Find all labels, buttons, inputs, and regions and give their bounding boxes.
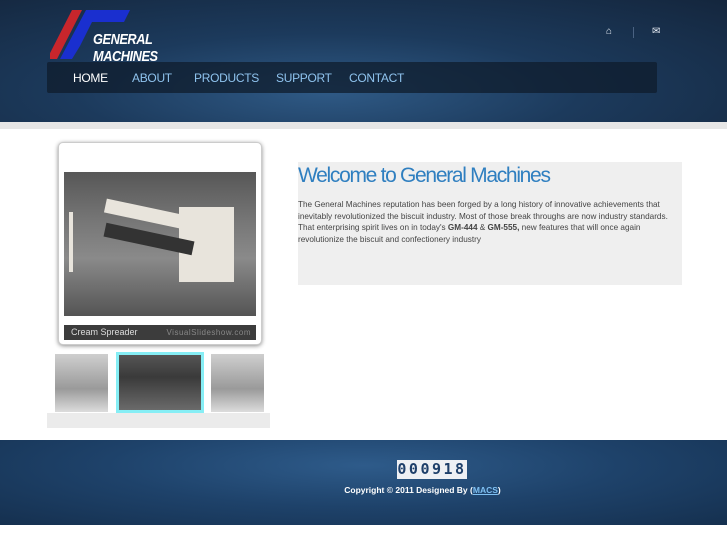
nav-home[interactable]: HOME (73, 71, 108, 85)
nav-contact[interactable]: CONTACT (349, 71, 404, 85)
header-divider (0, 122, 727, 129)
thumbnail-2-selected[interactable] (116, 352, 204, 413)
main-nav: HOME ABOUT PRODUCTS SUPPORT CONTACT (47, 62, 657, 93)
logo-text: GENERAL MACHINES (93, 31, 158, 65)
divider (633, 27, 634, 38)
slideshow-caption: Cream Spreader VisualSlideshow.com (64, 325, 256, 340)
header: GENERAL MACHINES ⌂ ✉ HOME ABOUT PRODUCTS… (0, 0, 727, 122)
watermark: VisualSlideshow.com (166, 328, 251, 337)
copyright: Copyright © 2011 Designed By (MACS) (344, 485, 501, 495)
logo[interactable]: GENERAL MACHINES (47, 10, 220, 65)
visitor-counter: 000918 (397, 460, 467, 479)
macs-link[interactable]: MACS (473, 485, 498, 495)
thumbnail-3[interactable] (211, 354, 264, 412)
welcome-text: The General Machines reputation has been… (298, 200, 668, 245)
thumbnail-1[interactable] (55, 354, 108, 412)
mail-icon[interactable]: ✉ (652, 26, 660, 37)
nav-support[interactable]: SUPPORT (276, 71, 332, 85)
footer (0, 440, 727, 525)
slideshow-image[interactable] (64, 172, 256, 316)
home-icon[interactable]: ⌂ (606, 26, 612, 37)
nav-about[interactable]: ABOUT (132, 71, 172, 85)
caption-text: Cream Spreader (71, 327, 138, 337)
nav-products[interactable]: PRODUCTS (194, 71, 259, 85)
thumbnail-bar (47, 413, 270, 428)
welcome-title: Welcome to General Machines (298, 164, 551, 187)
welcome-panel: Welcome to General Machines The General … (298, 162, 682, 285)
